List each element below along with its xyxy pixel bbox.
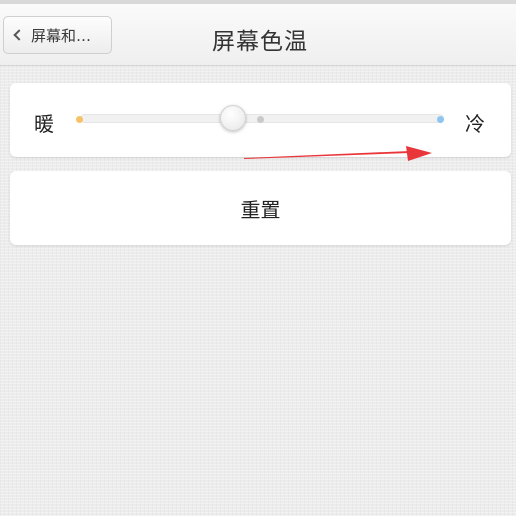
color-temperature-slider-thumb[interactable]	[219, 105, 246, 131]
background	[0, 0, 516, 516]
page-title: 屏幕色温	[212, 29, 308, 55]
cool-end-dot	[437, 116, 444, 123]
back-button[interactable]: 屏幕和…	[3, 16, 112, 54]
middle-dot	[257, 116, 264, 123]
cool-label: 冷	[465, 112, 485, 136]
reset-button-label: 重置	[240, 197, 281, 222]
back-button-label: 屏幕和…	[31, 26, 92, 45]
warm-end-dot	[76, 116, 83, 123]
chevron-left-icon	[13, 29, 25, 41]
red-arrow-annotation	[244, 146, 432, 161]
reset-button[interactable]: 重置	[10, 171, 511, 245]
navigation-bar: 屏幕和… 屏幕色温	[0, 4, 516, 66]
warm-label: 暖	[34, 112, 54, 136]
